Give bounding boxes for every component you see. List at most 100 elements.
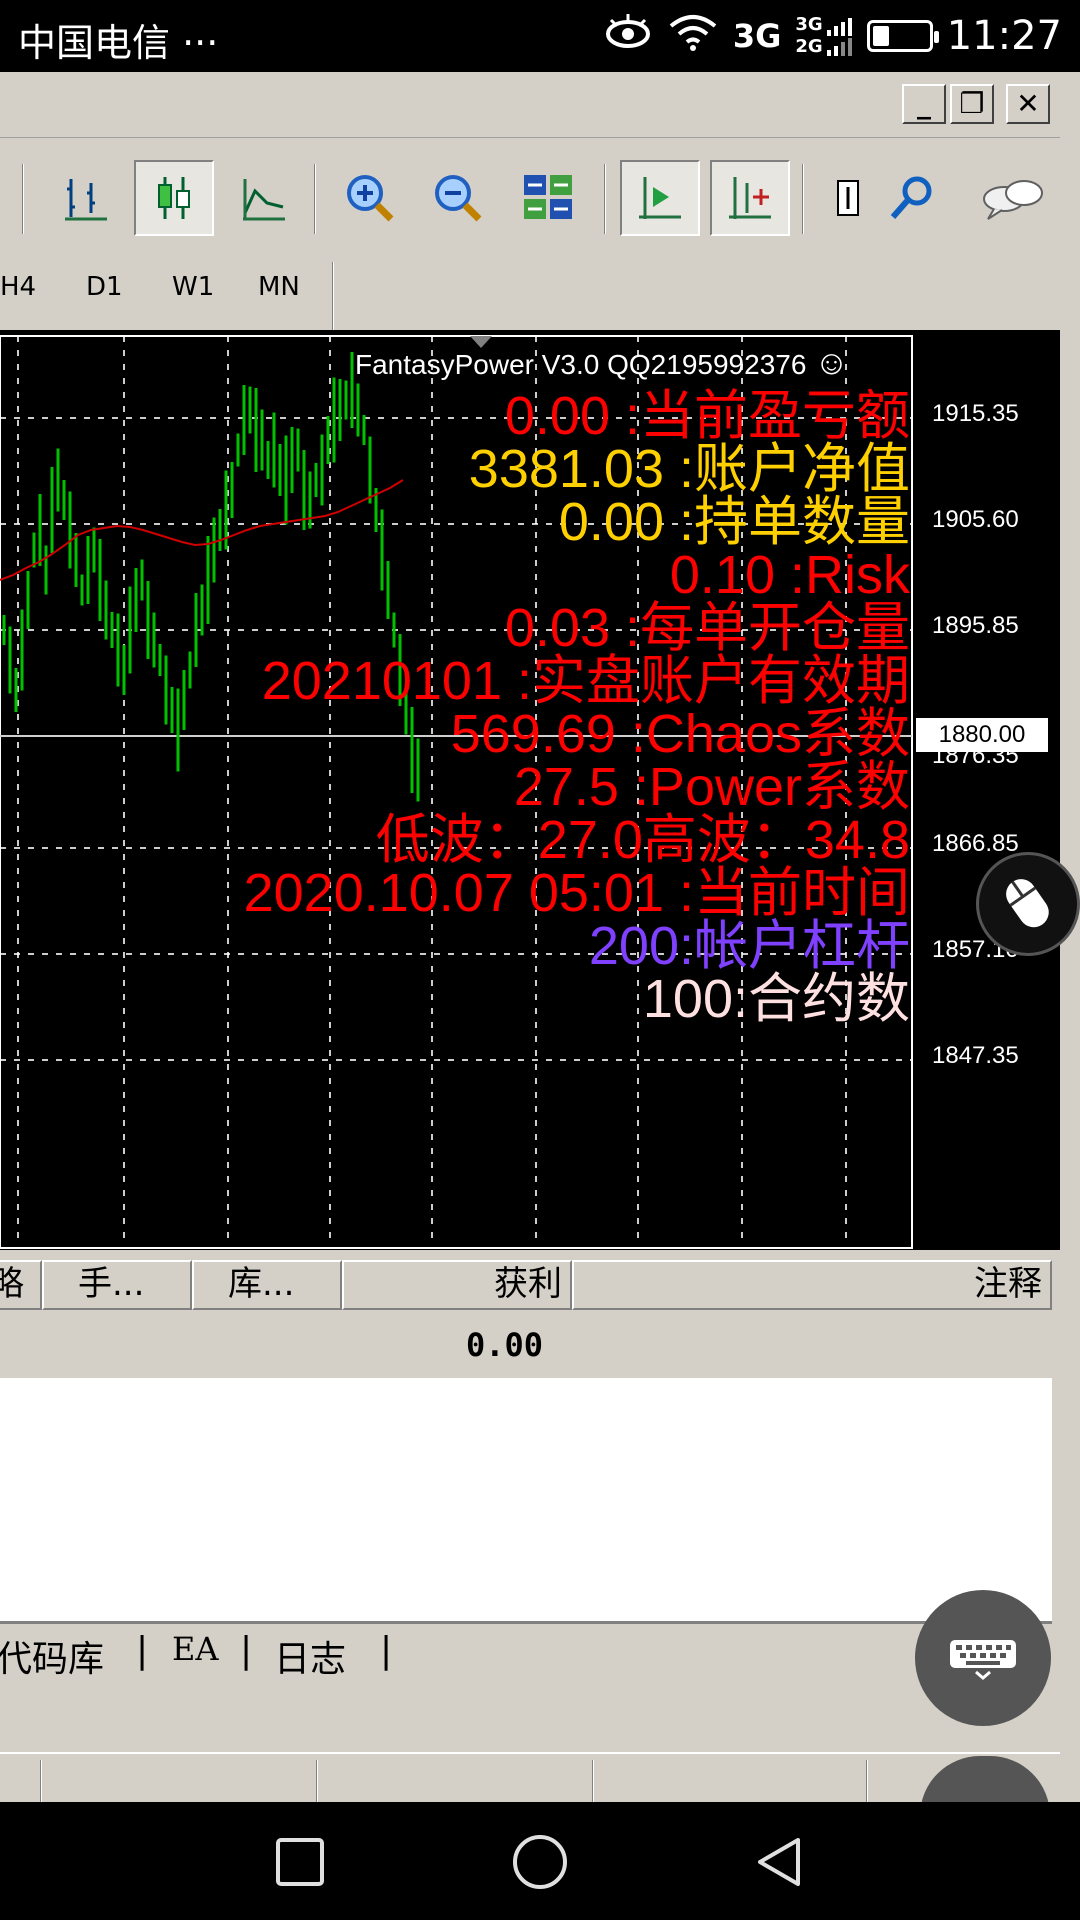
close-button[interactable]: ✕	[1006, 84, 1050, 124]
toolbar-separator	[314, 164, 316, 234]
status-bar: 中国电信 ··· 3G 3G 2G 11:27	[0, 0, 1080, 72]
sim2-network-label: 2G	[795, 36, 823, 57]
status-separator	[866, 1760, 868, 1804]
column-header-lots[interactable]: 手...	[42, 1260, 192, 1310]
clock: 11:27	[946, 13, 1062, 59]
candlestick-icon	[158, 177, 190, 219]
sim1-network-label: 3G	[795, 14, 823, 35]
zoom-in-button[interactable]	[330, 160, 410, 236]
smiley-icon: ☺	[814, 344, 849, 382]
tab-journal[interactable]: 日志	[274, 1630, 346, 1682]
toolbar-separator	[22, 164, 24, 234]
mouse-mode-button[interactable]	[976, 852, 1080, 956]
ea-name-label: FantasyPower V3.0 QQ2195992376	[355, 349, 807, 380]
auto-scroll-button[interactable]	[620, 160, 700, 236]
terminal-panel: 略 手... 库... 获利 注释 0.00 代码库 | EA | 日志 |	[0, 1250, 1060, 1730]
navigation-bar	[0, 1802, 1080, 1920]
ea-info-line: 100:合约数	[642, 969, 910, 1029]
battery-fill	[872, 26, 889, 46]
status-separator	[40, 1760, 42, 1804]
triangle-back-icon	[758, 1838, 800, 1886]
ea-info-line: 3381.03 :账户净值	[468, 439, 910, 499]
moving-average-line	[0, 479, 404, 581]
price-axis-label: 1895.85	[932, 612, 1019, 639]
bar-chart-icon	[65, 179, 107, 221]
line-chart-button[interactable]	[224, 160, 304, 236]
tab-divider: |	[136, 1630, 149, 1671]
mouse-icon	[1006, 879, 1049, 928]
restore-button[interactable]: ❐	[950, 84, 994, 124]
back-button[interactable]	[750, 1832, 810, 1892]
chart-ea-title: FantasyPower V3.0 QQ2195992376 ☺	[355, 344, 849, 383]
price-axis-label: 1866.85	[932, 830, 1019, 857]
current-price-marker: 1880.00	[916, 718, 1048, 752]
timeframe-w1[interactable]: W1	[172, 272, 214, 302]
indicators-icon	[837, 180, 859, 216]
ea-info-line: 20210101 :实盘账户有效期	[261, 651, 910, 711]
ea-info-line: 2020.10.07 05:01 :当前时间	[243, 863, 910, 923]
toolbar-separator	[604, 164, 606, 234]
chart-toolbar	[0, 138, 1080, 254]
ea-info-line: 569.69 :Chaos系数	[450, 704, 910, 764]
timeframe-d1[interactable]: D1	[86, 272, 123, 302]
zoom-in-icon	[347, 175, 394, 222]
column-header[interactable]: 略	[0, 1260, 42, 1310]
column-header-profit[interactable]: 获利	[342, 1260, 572, 1310]
wifi-icon	[667, 12, 719, 61]
keyboard-button[interactable]	[915, 1590, 1051, 1726]
chart-shift-button[interactable]	[710, 160, 790, 236]
ea-info-line: 0.00 :当前盈亏额	[504, 386, 910, 446]
auto-scroll-icon	[639, 177, 681, 219]
tile-windows-button[interactable]	[508, 160, 588, 236]
ea-info-line: 200:帐户杠杆	[588, 916, 910, 976]
status-separator	[592, 1760, 594, 1804]
recent-apps-button[interactable]	[270, 1832, 330, 1892]
timeframe-h4[interactable]: H4	[0, 272, 36, 302]
tile-windows-icon	[524, 175, 572, 219]
status-separator	[316, 1760, 318, 1804]
minimize-button[interactable]: _	[902, 84, 946, 124]
column-header-comment[interactable]: 注释	[572, 1260, 1052, 1310]
timeframe-mn[interactable]: MN	[258, 272, 300, 302]
total-row: 0.00	[0, 1314, 1052, 1378]
chat-icon	[983, 180, 1043, 220]
terminal-tabs: 代码库 | EA | 日志 |	[0, 1630, 1060, 1690]
timeframe-separator	[332, 262, 334, 330]
square-icon	[276, 1838, 324, 1886]
search-icon	[890, 176, 932, 219]
ea-info-line: 27.5 :Power系数	[513, 757, 910, 817]
line-chart-icon	[243, 179, 285, 221]
chat-button[interactable]	[972, 160, 1052, 236]
eye-comfort-icon	[603, 12, 653, 61]
search-button[interactable]	[872, 160, 952, 236]
total-profit-value: 0.00	[466, 1326, 544, 1364]
tab-code-base[interactable]: 代码库	[0, 1630, 104, 1682]
price-axis-label: 1915.35	[932, 400, 1019, 427]
tab-divider: |	[240, 1630, 253, 1671]
bar-chart-button[interactable]	[46, 160, 126, 236]
mt4-window: _ ❐ ✕ H4 D1 W1 MN FantasyPower V3.0 QQ21…	[0, 72, 1080, 1804]
zoom-out-button[interactable]	[418, 160, 498, 236]
circle-icon	[513, 1835, 567, 1889]
tab-ea[interactable]: EA	[172, 1630, 218, 1668]
ea-info-line: 0.10 :Risk	[669, 545, 910, 605]
chart-shift-icon	[729, 177, 771, 219]
candlestick-chart-button[interactable]	[134, 160, 214, 236]
ea-info-line: 低波：27.0高波：34.8	[375, 810, 910, 870]
window-title-bar: _ ❐ ✕	[0, 72, 1080, 138]
carrier-label: 中国电信 ···	[18, 21, 219, 65]
column-header-swap[interactable]: 库...	[192, 1260, 342, 1310]
battery-icon	[866, 20, 939, 52]
keyboard-icon	[950, 1640, 1016, 1680]
dual-sim-signal-icon: 3G 2G	[795, 14, 852, 58]
zoom-out-icon	[435, 175, 482, 222]
network-3g-label: 3G	[732, 17, 782, 55]
terminal-list	[0, 1378, 1052, 1624]
tab-divider: |	[380, 1630, 393, 1671]
ea-info-line: 0.03 :每单开仓量	[504, 598, 910, 658]
toolbar-separator	[802, 164, 804, 234]
ea-info-line: 0.00 :持单数量	[558, 492, 910, 552]
price-chart[interactable]: FantasyPower V3.0 QQ2195992376 ☺ 0.00 :当…	[0, 330, 1060, 1292]
timeframe-bar: H4 D1 W1 MN	[0, 254, 1080, 330]
home-button[interactable]	[510, 1832, 570, 1892]
